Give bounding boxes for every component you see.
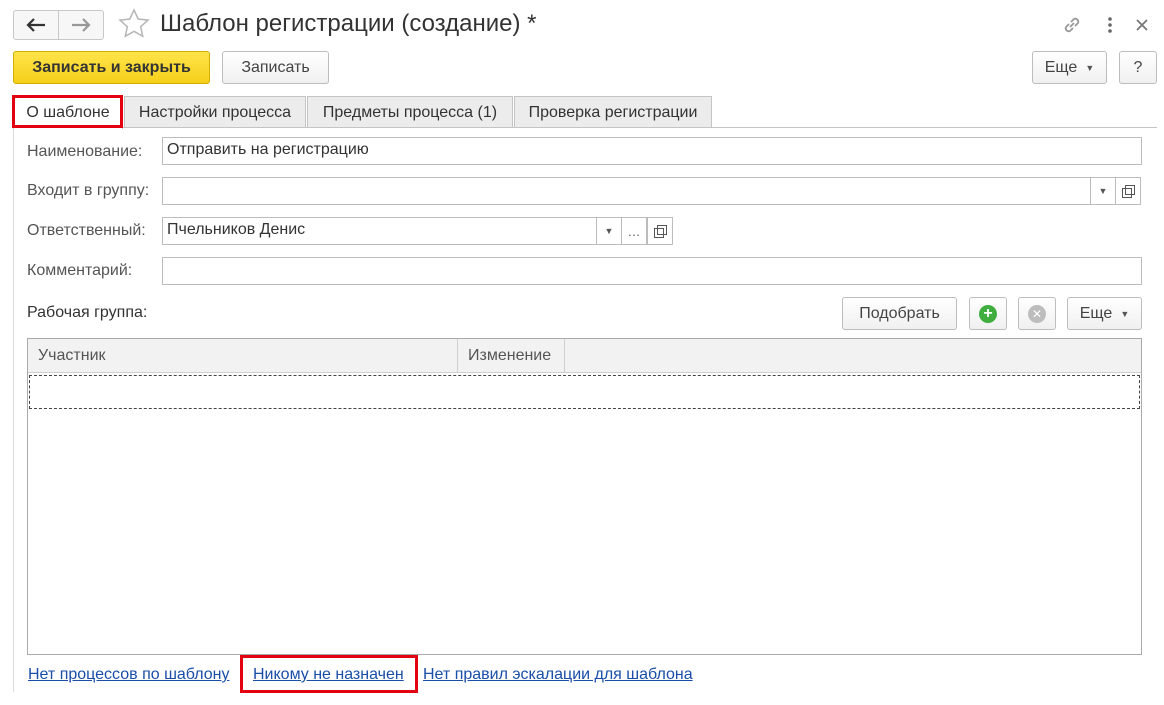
name-label: Наименование:	[27, 143, 143, 160]
open-window-icon	[1122, 185, 1135, 198]
more-button[interactable]: Еще ▼	[1032, 51, 1107, 84]
tab-registration-check[interactable]: Проверка регистрации	[514, 96, 712, 128]
comment-label: Комментарий:	[27, 262, 133, 279]
more-button-label: Еще	[1044, 58, 1078, 76]
chevron-down-icon: ▼	[1085, 62, 1095, 73]
save-and-close-button[interactable]: Записать и закрыть	[13, 51, 210, 84]
help-button[interactable]: ?	[1119, 51, 1157, 84]
close-icon[interactable]	[1128, 10, 1156, 40]
open-window-icon	[654, 225, 667, 238]
tab-process-settings[interactable]: Настройки процесса	[124, 96, 306, 128]
ellipsis-icon: …	[627, 223, 641, 239]
work-group-more-button[interactable]: Еще ▼	[1067, 297, 1142, 330]
arrow-left-icon	[26, 18, 45, 32]
chevron-down-icon: ▼	[1120, 308, 1130, 319]
assigned-link[interactable]: Никому не назначен	[253, 666, 404, 684]
group-field[interactable]	[162, 177, 1091, 205]
tab-process-subjects[interactable]: Предметы процесса (1)	[307, 96, 513, 128]
responsible-open-button[interactable]	[647, 217, 673, 245]
delete-row-button[interactable]: ✕	[1018, 297, 1056, 330]
work-group-label: Рабочая группа:	[27, 304, 148, 321]
group-label: Входит в группу:	[27, 182, 150, 199]
favorite-star-icon[interactable]	[118, 8, 150, 40]
work-group-table[interactable]: Участник Изменение	[27, 338, 1142, 655]
responsible-select-button[interactable]: …	[621, 217, 647, 245]
column-change[interactable]: Изменение	[458, 339, 565, 373]
responsible-dropdown-button[interactable]: ▼	[596, 217, 622, 245]
group-dropdown-button[interactable]: ▼	[1090, 177, 1116, 205]
pick-button[interactable]: Подобрать	[842, 297, 957, 330]
link-icon[interactable]	[1058, 10, 1086, 40]
responsible-field[interactable]: Пчельников Денис	[162, 217, 597, 245]
processes-link[interactable]: Нет процессов по шаблону	[28, 666, 230, 684]
panel-border	[13, 127, 14, 692]
group-open-button[interactable]	[1115, 177, 1141, 205]
more-vertical-icon[interactable]	[1096, 10, 1124, 40]
escalation-link[interactable]: Нет правил эскалации для шаблона	[423, 666, 693, 684]
chevron-down-icon: ▼	[1098, 186, 1108, 196]
tab-divider	[13, 127, 1157, 128]
table-row[interactable]	[29, 375, 1140, 409]
name-field[interactable]: Отправить на регистрацию	[162, 137, 1142, 165]
table-header: Участник Изменение	[28, 339, 1141, 373]
add-row-button[interactable]: +	[969, 297, 1007, 330]
delete-icon: ✕	[1028, 304, 1046, 323]
page-title: Шаблон регистрации (создание) *	[160, 10, 537, 37]
comment-field[interactable]	[162, 257, 1142, 285]
chevron-down-icon: ▼	[604, 226, 614, 236]
back-button[interactable]	[13, 10, 59, 40]
save-button[interactable]: Записать	[222, 51, 329, 84]
tab-about-template[interactable]: О шаблоне	[13, 96, 123, 129]
column-participant[interactable]: Участник	[28, 339, 458, 373]
forward-button[interactable]	[58, 10, 104, 40]
work-group-more-label: Еще	[1079, 304, 1113, 322]
responsible-label: Ответственный:	[27, 222, 146, 239]
arrow-right-icon	[72, 18, 91, 32]
add-icon: +	[979, 304, 997, 323]
